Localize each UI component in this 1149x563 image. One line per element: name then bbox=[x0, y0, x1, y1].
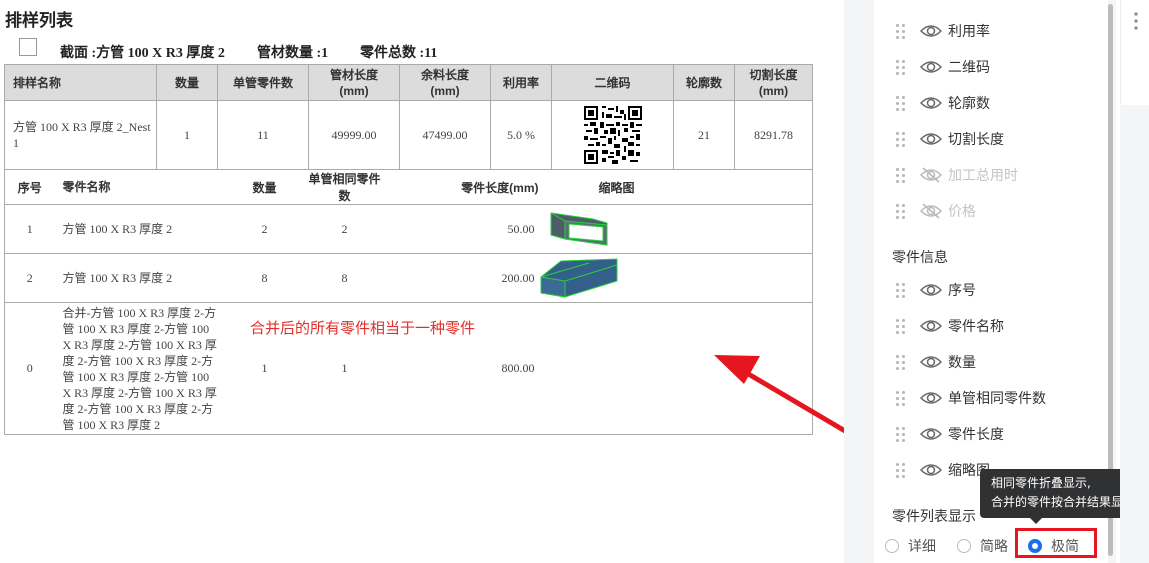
more-icon[interactable] bbox=[1133, 10, 1149, 50]
drag-handle-icon[interactable] bbox=[896, 281, 908, 299]
eye-icon[interactable] bbox=[920, 425, 942, 443]
field-label: 二维码 bbox=[948, 60, 990, 76]
field-label: 零件长度 bbox=[948, 427, 1004, 443]
field-label: 单管相同零件数 bbox=[948, 391, 1046, 407]
field-row-part-name[interactable]: 零件名称 bbox=[896, 315, 1004, 337]
radio-detailed[interactable]: 详细 bbox=[885, 536, 936, 556]
radio-label: 详细 bbox=[908, 539, 936, 555]
field-label: 轮廓数 bbox=[948, 96, 990, 112]
field-label: 利用率 bbox=[948, 24, 990, 40]
radio-label: 简略 bbox=[980, 539, 1008, 555]
field-label: 加工总用时 bbox=[948, 168, 1018, 184]
field-label: 数量 bbox=[948, 355, 976, 371]
display-mode-title: 零件列表显示 bbox=[892, 509, 976, 525]
drag-handle-icon[interactable] bbox=[896, 166, 908, 184]
eye-icon[interactable] bbox=[920, 389, 942, 407]
field-label: 零件名称 bbox=[948, 319, 1004, 335]
drag-handle-icon[interactable] bbox=[896, 461, 908, 479]
field-row-part-no[interactable]: 序号 bbox=[896, 279, 976, 301]
highlight-box bbox=[1015, 528, 1097, 558]
eye-off-icon[interactable] bbox=[920, 166, 942, 184]
field-row-part-qty[interactable]: 数量 bbox=[896, 351, 976, 373]
drag-handle-icon[interactable] bbox=[896, 425, 908, 443]
radio-circle[interactable] bbox=[957, 539, 971, 553]
eye-off-icon[interactable] bbox=[920, 202, 942, 220]
field-row-qrcode[interactable]: 二维码 bbox=[896, 56, 990, 78]
field-label: 切割长度 bbox=[948, 132, 1004, 148]
side-strip bbox=[1120, 0, 1149, 105]
eye-icon[interactable] bbox=[920, 461, 942, 479]
field-row-price[interactable]: 价格 bbox=[896, 200, 976, 222]
radio-brief[interactable]: 简略 bbox=[957, 536, 1008, 556]
field-row-total-time[interactable]: 加工总用时 bbox=[896, 164, 1018, 186]
field-row-cut-length[interactable]: 切割长度 bbox=[896, 128, 1004, 150]
field-row-same-parts[interactable]: 单管相同零件数 bbox=[896, 387, 1046, 409]
eye-icon[interactable] bbox=[920, 22, 942, 40]
eye-icon[interactable] bbox=[920, 130, 942, 148]
side-strip-background bbox=[1120, 105, 1149, 563]
drag-handle-icon[interactable] bbox=[896, 353, 908, 371]
tooltip-arrow bbox=[1030, 518, 1042, 524]
drag-handle-icon[interactable] bbox=[896, 58, 908, 76]
field-row-part-length[interactable]: 零件长度 bbox=[896, 423, 1004, 445]
drag-handle-icon[interactable] bbox=[896, 94, 908, 112]
drag-handle-icon[interactable] bbox=[896, 317, 908, 335]
eye-icon[interactable] bbox=[920, 353, 942, 371]
drag-handle-icon[interactable] bbox=[896, 22, 908, 40]
eye-icon[interactable] bbox=[920, 317, 942, 335]
drag-handle-icon[interactable] bbox=[896, 130, 908, 148]
eye-icon[interactable] bbox=[920, 281, 942, 299]
field-row-contours[interactable]: 轮廓数 bbox=[896, 92, 990, 114]
field-row-thumbnail[interactable]: 缩略图 bbox=[896, 459, 990, 481]
drag-handle-icon[interactable] bbox=[896, 202, 908, 220]
eye-icon[interactable] bbox=[920, 94, 942, 112]
field-label: 序号 bbox=[948, 283, 976, 299]
radio-circle[interactable] bbox=[885, 539, 899, 553]
part-info-title: 零件信息 bbox=[892, 250, 948, 266]
eye-icon[interactable] bbox=[920, 58, 942, 76]
drag-handle-icon[interactable] bbox=[896, 389, 908, 407]
field-row-utilization[interactable]: 利用率 bbox=[896, 20, 990, 42]
field-label: 价格 bbox=[948, 204, 976, 220]
